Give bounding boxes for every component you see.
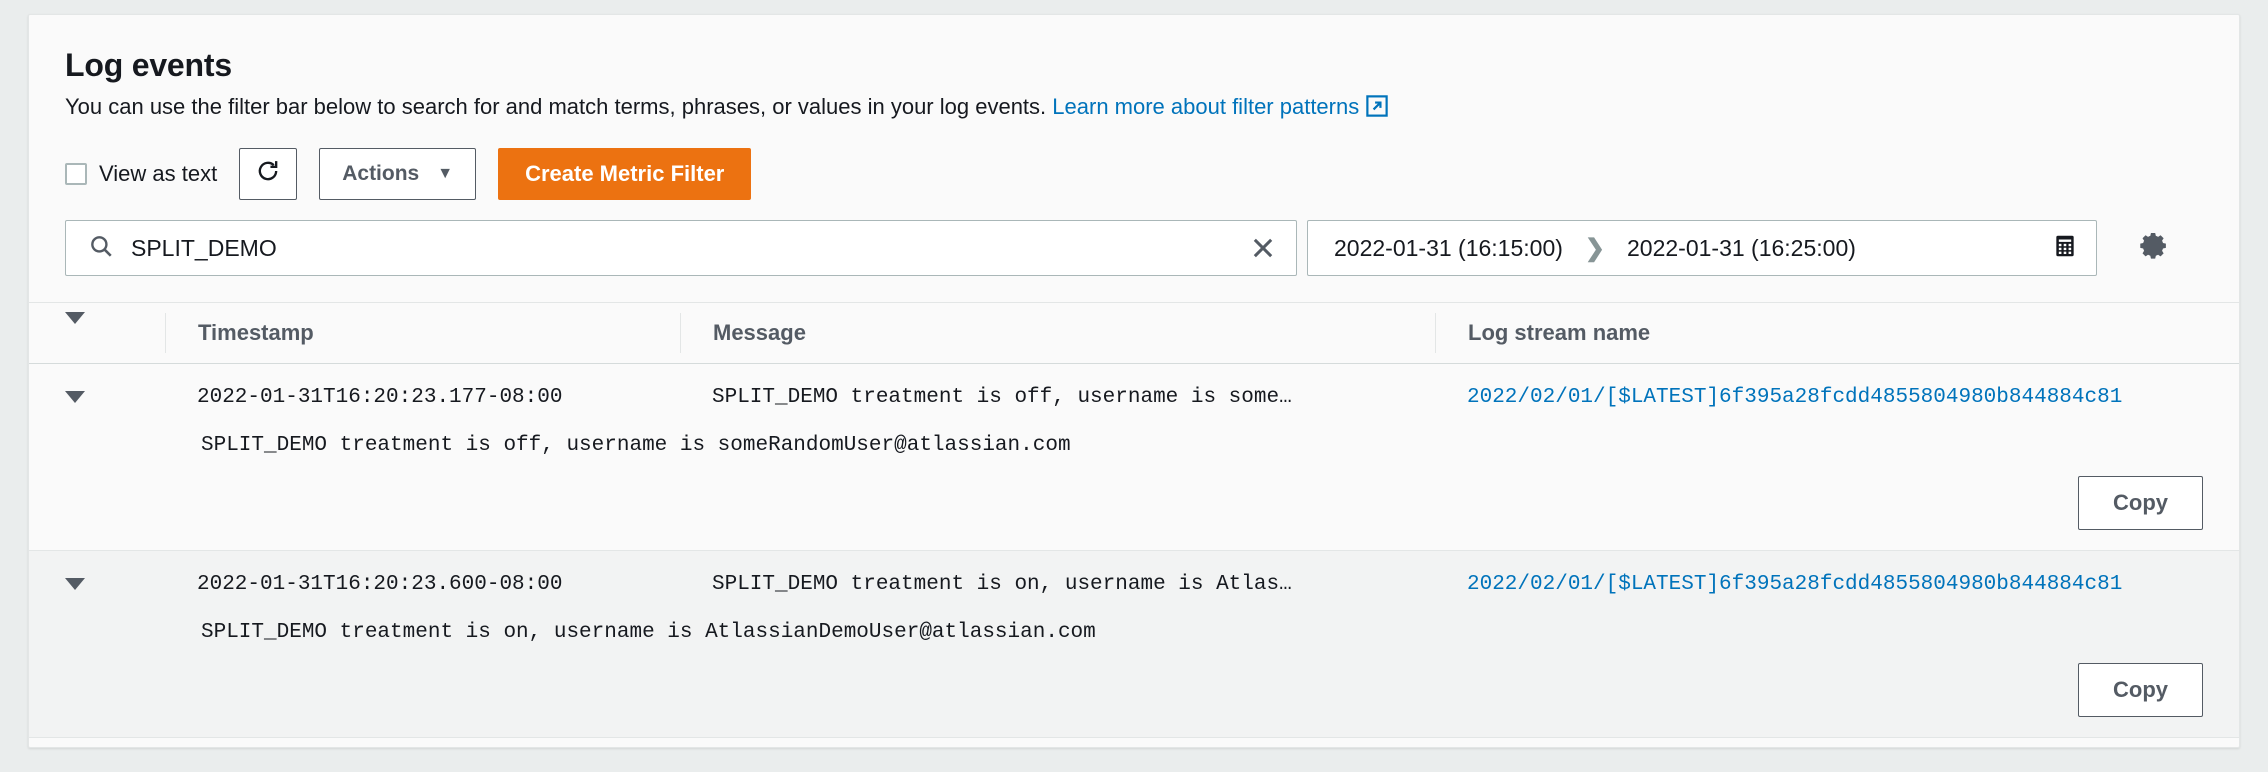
- actions-dropdown-button[interactable]: Actions ▼: [319, 148, 477, 200]
- date-range-end[interactable]: 2022-01-31 (16:25:00): [1627, 235, 1856, 262]
- row-detail-message: SPLIT_DEMO treatment is on, username is …: [201, 621, 1096, 644]
- create-metric-filter-button[interactable]: Create Metric Filter: [498, 148, 752, 200]
- table-row: 2022-01-31T16:20:23.177-08:00 SPLIT_DEMO…: [29, 364, 2239, 551]
- gear-icon: [2137, 228, 2173, 269]
- expand-all-column-header[interactable]: [65, 312, 165, 342]
- row-expand-toggle[interactable]: [65, 391, 165, 403]
- panel-header: Log events You can use the filter bar be…: [29, 15, 2239, 276]
- date-range-picker[interactable]: 2022-01-31 (16:15:00) ❯ 2022-01-31 (16:2…: [1307, 220, 2097, 276]
- table-header-row: Timestamp Message Log stream name: [29, 302, 2239, 364]
- view-as-text-label: View as text: [99, 161, 218, 186]
- learn-more-label: Learn more about filter patterns: [1052, 94, 1360, 119]
- row-detail-message: SPLIT_DEMO treatment is off, username is…: [201, 434, 1071, 457]
- cell-log-stream-name-link[interactable]: 2022/02/01/[$LATEST]6f395a28fcdd48558049…: [1435, 386, 2239, 409]
- actions-label: Actions: [342, 162, 420, 185]
- log-events-panel: Log events You can use the filter bar be…: [28, 14, 2240, 748]
- cell-message: SPLIT_DEMO treatment is on, username is …: [712, 572, 1292, 596]
- row-copy-actions: Copy: [29, 462, 2239, 550]
- chevron-right-icon: ❯: [1584, 234, 1605, 262]
- settings-gear-button[interactable]: [2131, 224, 2179, 272]
- panel-description: You can use the filter bar below to sear…: [65, 92, 2203, 125]
- page-title: Log events: [65, 47, 232, 83]
- search-input[interactable]: SPLIT_DEMO: [131, 235, 1246, 262]
- learn-more-link[interactable]: Learn more about filter patterns: [1052, 94, 1359, 119]
- column-header-message[interactable]: Message: [680, 313, 1435, 353]
- cell-timestamp: 2022-01-31T16:20:23.177-08:00: [197, 385, 563, 409]
- table-row: 2022-01-31T16:20:23.600-08:00 SPLIT_DEMO…: [29, 551, 2239, 738]
- filter-row: SPLIT_DEMO 2022-01-31 (16:15:00) ❯ 2022-…: [65, 220, 2203, 276]
- calendar-icon[interactable]: [2052, 233, 2078, 264]
- column-header-log-stream-name[interactable]: Log stream name: [1435, 313, 2239, 353]
- chevron-down-icon: [65, 578, 85, 590]
- chevron-down-icon: [65, 391, 85, 403]
- refresh-icon: [254, 157, 282, 191]
- row-copy-actions: Copy: [29, 649, 2239, 737]
- copy-button[interactable]: Copy: [2078, 476, 2203, 530]
- table-row-summary[interactable]: 2022-01-31T16:20:23.600-08:00 SPLIT_DEMO…: [29, 551, 2239, 617]
- chevron-down-icon: ▼: [437, 165, 454, 182]
- search-input-wrap[interactable]: SPLIT_DEMO: [65, 220, 1297, 276]
- cell-timestamp: 2022-01-31T16:20:23.600-08:00: [197, 572, 563, 596]
- search-icon: [88, 233, 114, 264]
- chevron-down-icon: [65, 312, 85, 341]
- view-as-text-checkbox[interactable]: [65, 163, 87, 185]
- date-range-start[interactable]: 2022-01-31 (16:15:00): [1334, 235, 1563, 262]
- cell-message: SPLIT_DEMO treatment is off, username is…: [712, 385, 1292, 409]
- clear-search-icon[interactable]: [1246, 231, 1280, 265]
- row-expand-toggle[interactable]: [65, 578, 165, 590]
- cell-log-stream-name-link[interactable]: 2022/02/01/[$LATEST]6f395a28fcdd48558049…: [1435, 573, 2239, 596]
- table-row-summary[interactable]: 2022-01-31T16:20:23.177-08:00 SPLIT_DEMO…: [29, 364, 2239, 430]
- refresh-button[interactable]: [239, 148, 298, 200]
- toolbar: View as text Actions ▼ Create Metric Fil…: [65, 148, 2203, 200]
- column-header-timestamp[interactable]: Timestamp: [165, 313, 680, 353]
- view-as-text-checkbox-wrap[interactable]: View as text: [65, 161, 217, 187]
- panel-description-text: You can use the filter bar below to sear…: [65, 94, 1047, 119]
- log-events-table: Timestamp Message Log stream name 2022-0…: [29, 302, 2239, 738]
- copy-button[interactable]: Copy: [2078, 663, 2203, 717]
- external-link-icon: [1366, 95, 1388, 125]
